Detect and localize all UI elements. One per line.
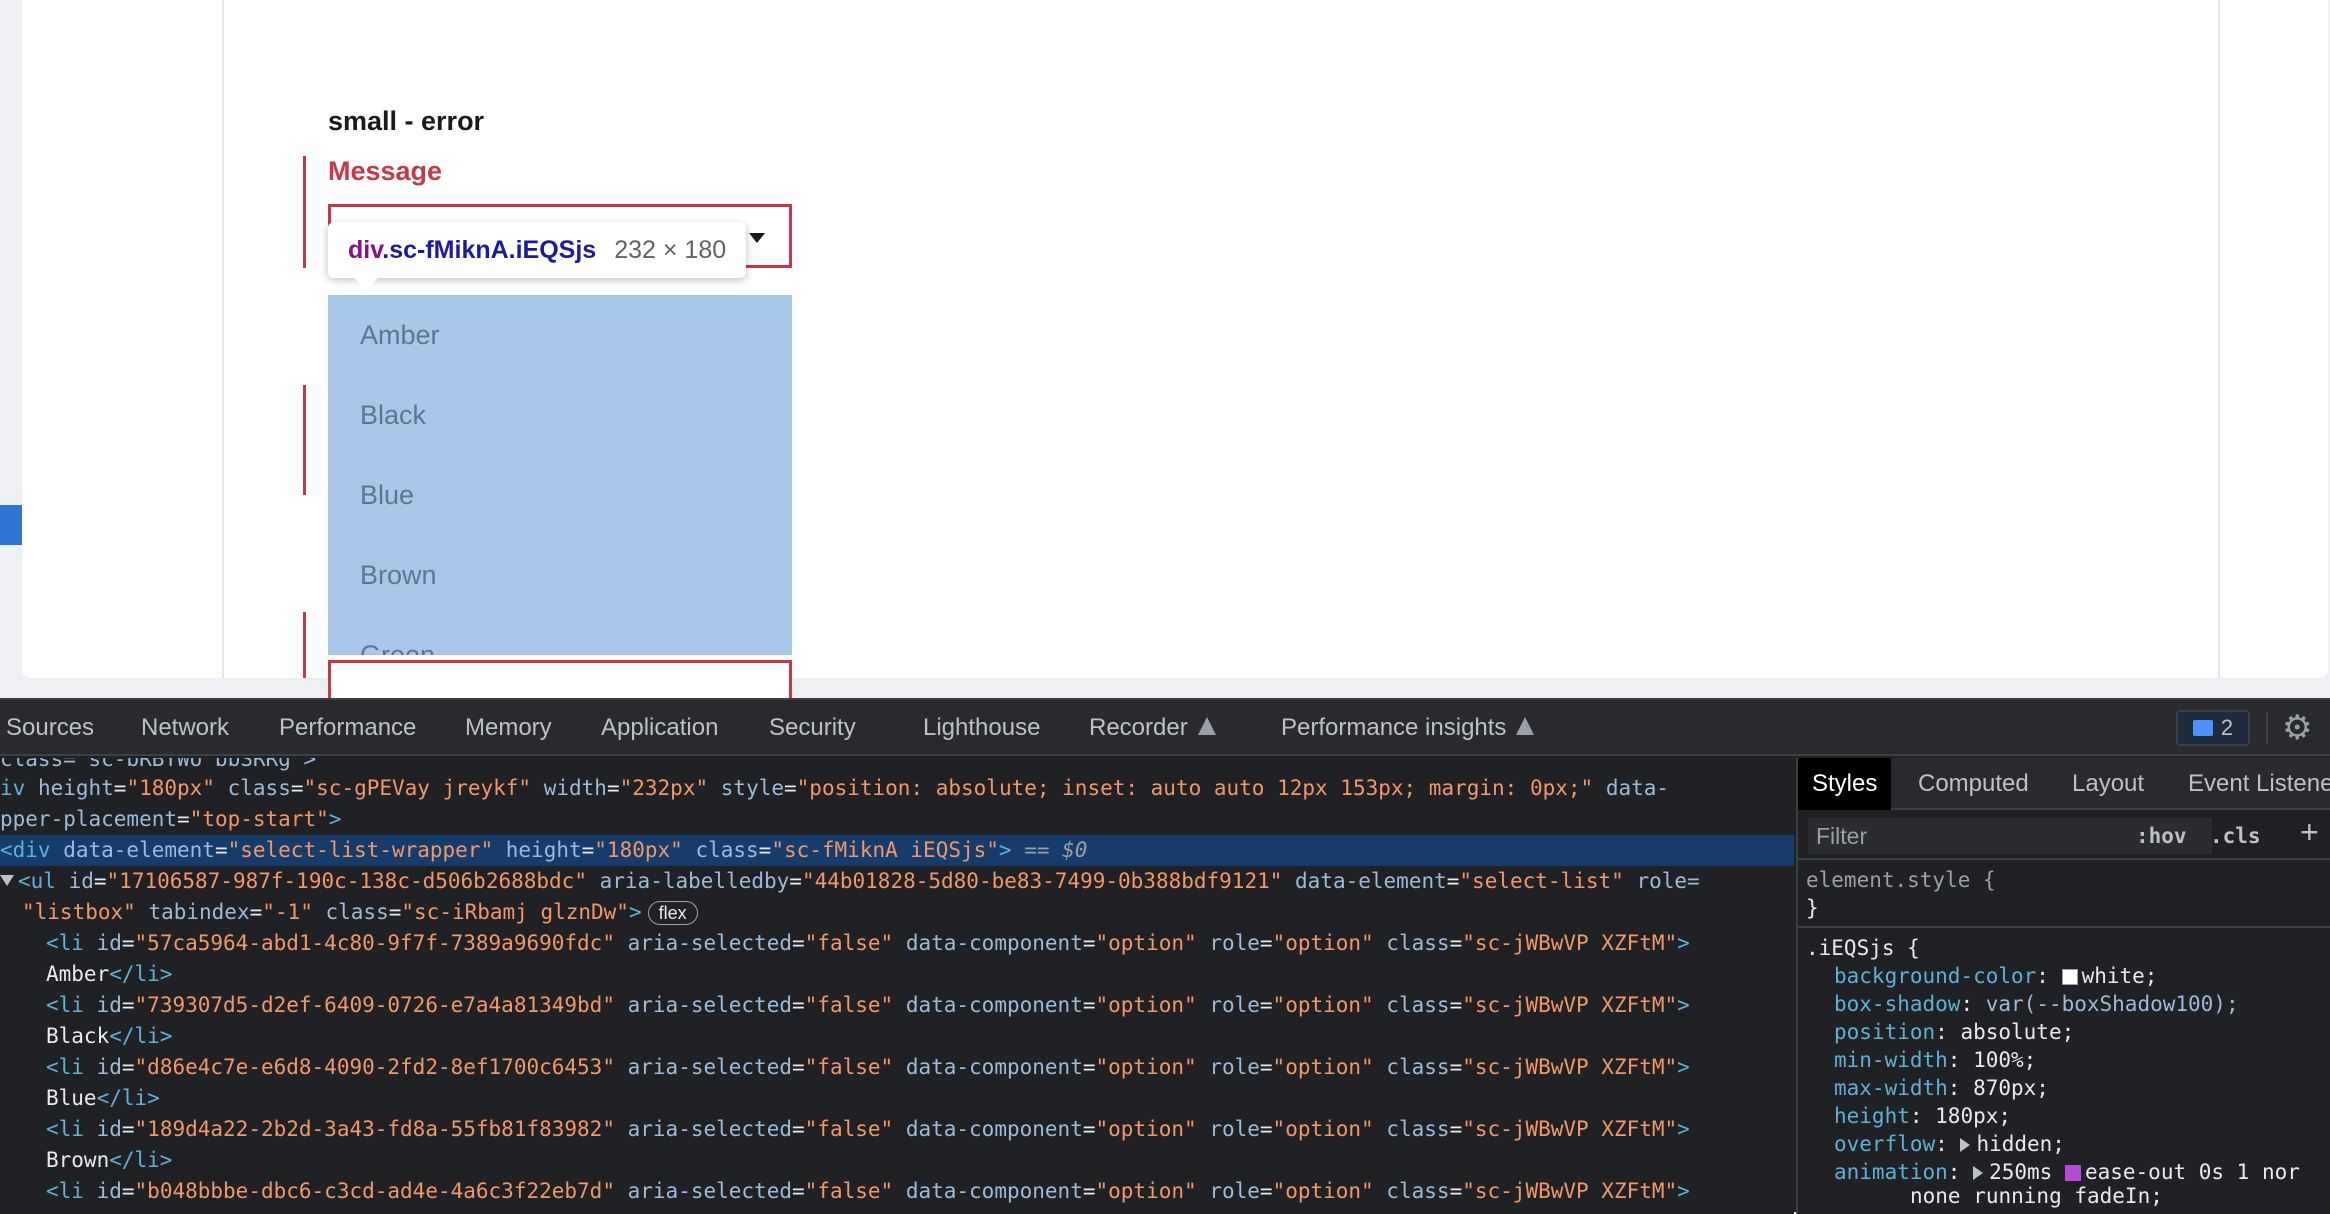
- experiment-flask-icon: [1197, 717, 1216, 735]
- issues-badge[interactable]: 2: [2176, 710, 2250, 746]
- dom-node-line[interactable]: "listbox" tabindex="-1" class="sc-iRbamj…: [22, 897, 698, 928]
- tab-security[interactable]: Security: [769, 700, 856, 756]
- toolbar-divider: [2266, 712, 2268, 744]
- inspector-tooltip: div.sc-fMiknA.iEQSjs 232 × 180: [328, 222, 747, 290]
- list-item[interactable]: Amber: [328, 295, 792, 375]
- dom-node-line[interactable]: pper-placement="top-start">: [0, 804, 341, 835]
- css-property[interactable]: max-width: 870px;: [1834, 1074, 2049, 1102]
- tab-application[interactable]: Application: [601, 700, 718, 756]
- chevron-down-icon: [749, 233, 765, 243]
- css-property[interactable]: min-width: 100%;: [1834, 1046, 2036, 1074]
- hover-state-button[interactable]: :hov: [2136, 818, 2187, 854]
- styles-tab-bar: Styles Computed Layout Event Listene: [1798, 758, 2330, 810]
- tab-event-listeners[interactable]: Event Listene: [2174, 758, 2330, 810]
- field-label: Message: [328, 156, 443, 186]
- tab-layout[interactable]: Layout: [2058, 758, 2158, 810]
- list-item[interactable]: Blue: [328, 455, 792, 535]
- dom-node-line[interactable]: Blue</li>: [46, 1083, 160, 1114]
- section-title: small - error: [328, 106, 485, 136]
- list-item[interactable]: Green: [328, 615, 792, 656]
- tab-computed[interactable]: Computed: [1904, 758, 2043, 810]
- rule-selector[interactable]: .iEQSjs {: [1806, 934, 1920, 962]
- tab-lighthouse[interactable]: Lighthouse: [923, 700, 1040, 756]
- next-field-input[interactable]: [328, 660, 792, 700]
- left-accent-marker: [0, 505, 22, 545]
- dom-node-line[interactable]: Amber</li>: [46, 959, 172, 990]
- dom-node-line[interactable]: <li id="739307d5-d2ef-6409-0726-e7a4a813…: [46, 990, 1690, 1021]
- dom-node-line[interactable]: Black</li>: [46, 1021, 172, 1052]
- tooltip-element-name: div.sc-fMiknA.iEQSjs: [348, 235, 597, 264]
- styles-panel: Styles Computed Layout Event Listene Fil…: [1796, 758, 2330, 1214]
- class-toggle-button[interactable]: .cls: [2210, 818, 2261, 854]
- devtools-tab-bar: Sources Network Performance Memory Appli…: [0, 700, 2330, 756]
- tab-network[interactable]: Network: [141, 700, 229, 756]
- expand-triangle-icon[interactable]: [1973, 1166, 1984, 1180]
- tooltip-element-size: 232 × 180: [614, 235, 727, 264]
- css-property-continuation: none running fadeIn;: [1910, 1184, 2163, 1208]
- css-property[interactable]: position: absolute;: [1834, 1018, 2074, 1046]
- error-indicator-bar: [303, 612, 306, 678]
- styles-filter-row: Filter :hov .cls +: [1798, 812, 2330, 860]
- list-item[interactable]: Black: [328, 375, 792, 455]
- plus-icon[interactable]: +: [2300, 814, 2319, 851]
- frame-border-left: [222, 0, 224, 678]
- rule-divider: [1798, 926, 2330, 928]
- expand-triangle-icon[interactable]: [1960, 1138, 1971, 1152]
- rule-close-brace: }: [1806, 896, 1819, 920]
- frame-border-right: [2218, 0, 2220, 678]
- list-item[interactable]: Brown: [328, 535, 792, 615]
- dom-node-line[interactable]: <li id="d86e4c7e-e6d8-4090-2fd2-8ef1700c…: [46, 1052, 1690, 1083]
- dom-node-line[interactable]: <li id="57ca5964-abd1-4c80-9f7f-7389a969…: [46, 928, 1690, 959]
- css-property[interactable]: background-color: white;: [1834, 962, 2157, 990]
- expand-triangle-icon[interactable]: [0, 875, 14, 886]
- dom-node-line[interactable]: iv height="180px" class="sc-gPEVay jreyk…: [0, 773, 1669, 804]
- tab-performance-insights[interactable]: Performance insights: [1281, 700, 1535, 756]
- select-listbox[interactable]: Amber Black Blue Brown Green: [328, 295, 792, 655]
- dom-node-line[interactable]: <li id="189d4a22-2b2d-3a43-fd8a-55fb81f8…: [46, 1114, 1690, 1145]
- dom-node-line[interactable]: Brown</li>: [46, 1145, 172, 1176]
- tab-recorder[interactable]: Recorder: [1089, 700, 1216, 756]
- tab-styles[interactable]: Styles: [1798, 758, 1892, 810]
- easing-curve-icon[interactable]: [2064, 1165, 2081, 1181]
- gear-icon[interactable]: ⚙: [2282, 710, 2312, 746]
- dom-node-line-selected[interactable]: <div data-element="select-list-wrapper" …: [0, 835, 1794, 866]
- issues-count: 2: [2220, 715, 2234, 740]
- css-property[interactable]: overflow: hidden;: [1834, 1130, 2065, 1158]
- error-indicator-bar: [303, 156, 306, 268]
- tab-memory[interactable]: Memory: [465, 700, 552, 756]
- css-property[interactable]: height: 180px;: [1834, 1102, 2011, 1130]
- error-indicator-bar: [303, 385, 306, 495]
- experiment-flask-icon: [1516, 717, 1535, 735]
- element-style-selector[interactable]: element.style {: [1806, 866, 1996, 894]
- css-property[interactable]: box-shadow: var(--boxShadow100);: [1834, 990, 2239, 1018]
- tab-sources[interactable]: Sources: [6, 700, 94, 756]
- devtools-panel: Sources Network Performance Memory Appli…: [0, 698, 2330, 1214]
- elements-tree: class="sc-bRBYWo bbSRRg"> iv height="180…: [0, 758, 1794, 1214]
- tab-recorder-label: Recorder: [1089, 714, 1188, 741]
- color-swatch[interactable]: [2061, 969, 2078, 985]
- tab-performance[interactable]: Performance: [279, 700, 416, 756]
- page-viewport: small - error Message Amber Black Blue B…: [0, 0, 2330, 700]
- message-icon: [2192, 720, 2213, 736]
- dom-node-line[interactable]: <li id="b048bbbe-dbc6-c3cd-ad4e-4a6c3f22…: [46, 1176, 1690, 1207]
- dom-node-line[interactable]: <ul id="17106587-987f-190c-138c-d506b268…: [0, 866, 1700, 897]
- tab-performance-insights-label: Performance insights: [1281, 714, 1507, 741]
- flex-badge[interactable]: flex: [647, 901, 698, 925]
